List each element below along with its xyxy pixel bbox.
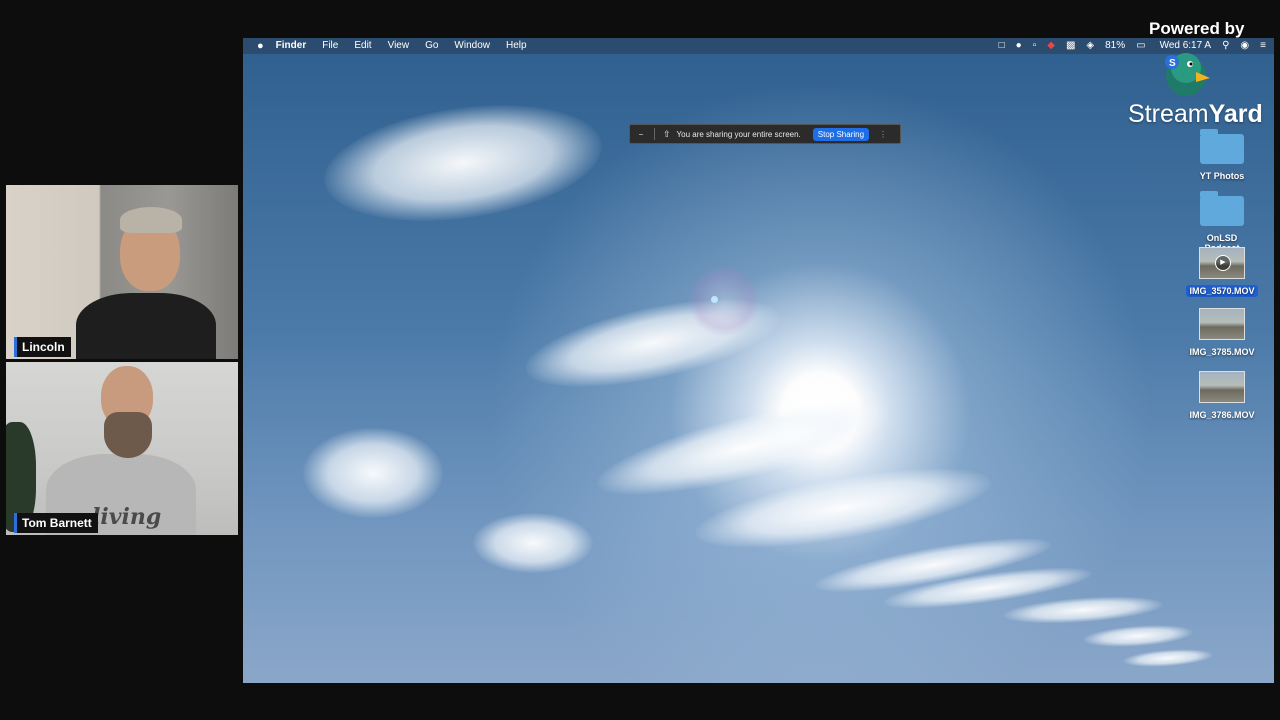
folder-icon — [1200, 191, 1244, 226]
apple-menu-icon[interactable]: ● — [257, 38, 264, 54]
minimize-icon[interactable]: − — [636, 130, 646, 139]
cloud — [316, 89, 610, 237]
participant-name-tag: Lincoln — [14, 337, 71, 357]
cloud — [473, 513, 593, 573]
menu-window[interactable]: Window — [454, 38, 490, 54]
desktop-video-img-3786[interactable]: IMG_3786.MOV — [1186, 371, 1258, 423]
participant-tile-lincoln: Lincoln — [6, 185, 238, 359]
macos-menubar: ● Finder File Edit View Go Window Help □… — [243, 38, 1274, 54]
microphone-icon[interactable]: ● — [1016, 38, 1022, 54]
desktop-icon-label: YT Photos — [1199, 171, 1245, 181]
battery-percent[interactable]: 81% — [1105, 38, 1125, 54]
streamyard-wordmark: StreamYard — [1128, 100, 1263, 129]
desktop-video-img-3570[interactable]: ▶ IMG_3570.MOV — [1186, 247, 1258, 299]
display-icon[interactable]: ▫ — [1033, 38, 1037, 54]
screen-share-icon[interactable]: □ — [999, 38, 1005, 54]
shared-screen: ● Finder File Edit View Go Window Help □… — [243, 38, 1274, 683]
control-center-icon[interactable]: ≡ — [1260, 38, 1266, 54]
menu-file[interactable]: File — [322, 38, 338, 54]
battery-icon[interactable]: ▭ — [1136, 38, 1145, 54]
participant-video-tom-barnett: living — [6, 362, 238, 535]
cloud — [1002, 592, 1164, 628]
lens-flare — [689, 266, 759, 336]
menubar-status-area: □ ● ▫ ◆ ▩ ◈ 81% ▭ Wed 6:17 A ⚲ ◉ ≡ — [988, 38, 1274, 54]
menu-finder[interactable]: Finder — [276, 38, 307, 54]
more-options-icon[interactable]: ⋮ — [879, 130, 887, 139]
video-thumbnail: ▶ — [1199, 247, 1245, 279]
participant-tile-tom-barnett: living Tom Barnett — [6, 362, 238, 535]
share-screen-icon: ⇧ — [663, 128, 671, 139]
user-avatar-icon[interactable]: ◉ — [1240, 38, 1249, 54]
desktop-icon-label: IMG_3785.MOV — [1189, 347, 1255, 357]
video-thumbnail — [1199, 371, 1245, 403]
screen-share-bar: − ⇧ You are sharing your entire screen. … — [629, 124, 901, 144]
play-icon: ▶ — [1215, 255, 1231, 271]
menu-go[interactable]: Go — [425, 38, 438, 54]
menu-edit[interactable]: Edit — [354, 38, 371, 54]
lens-flare-dot — [711, 296, 718, 303]
share-message: You are sharing your entire screen. — [676, 129, 801, 139]
keyboard-icon[interactable]: ▩ — [1066, 38, 1075, 54]
folder-icon — [1200, 129, 1244, 164]
desktop-icon-label: IMG_3570.MOV — [1186, 285, 1258, 297]
dropbox-icon[interactable]: ◆ — [1047, 38, 1055, 54]
search-icon[interactable]: ⚲ — [1222, 38, 1229, 54]
desktop-folder-yt-photos[interactable]: YT Photos — [1186, 129, 1258, 184]
wordmark-bold: Yard — [1208, 100, 1263, 128]
menu-view[interactable]: View — [388, 38, 410, 54]
cloud — [1122, 646, 1214, 670]
participant-video-lincoln — [6, 185, 238, 359]
streamyard-duck-logo-icon: S — [1165, 53, 1210, 96]
cloud — [1082, 622, 1194, 650]
powered-by-label: Powered by — [1149, 19, 1245, 38]
menu-help[interactable]: Help — [506, 38, 527, 54]
cloud — [303, 428, 443, 518]
wifi-icon[interactable]: ◈ — [1086, 38, 1094, 54]
svg-text:S: S — [1169, 58, 1176, 69]
divider — [654, 128, 655, 140]
video-thumbnail — [1199, 308, 1245, 340]
wordmark-regular: Stream — [1128, 100, 1209, 128]
shirt-print: living — [92, 504, 162, 530]
desktop-icon-label: IMG_3786.MOV — [1189, 410, 1255, 420]
stop-sharing-button[interactable]: Stop Sharing — [812, 127, 870, 141]
desktop-video-img-3785[interactable]: IMG_3785.MOV — [1186, 308, 1258, 360]
participant-name-tag: Tom Barnett — [14, 513, 98, 533]
